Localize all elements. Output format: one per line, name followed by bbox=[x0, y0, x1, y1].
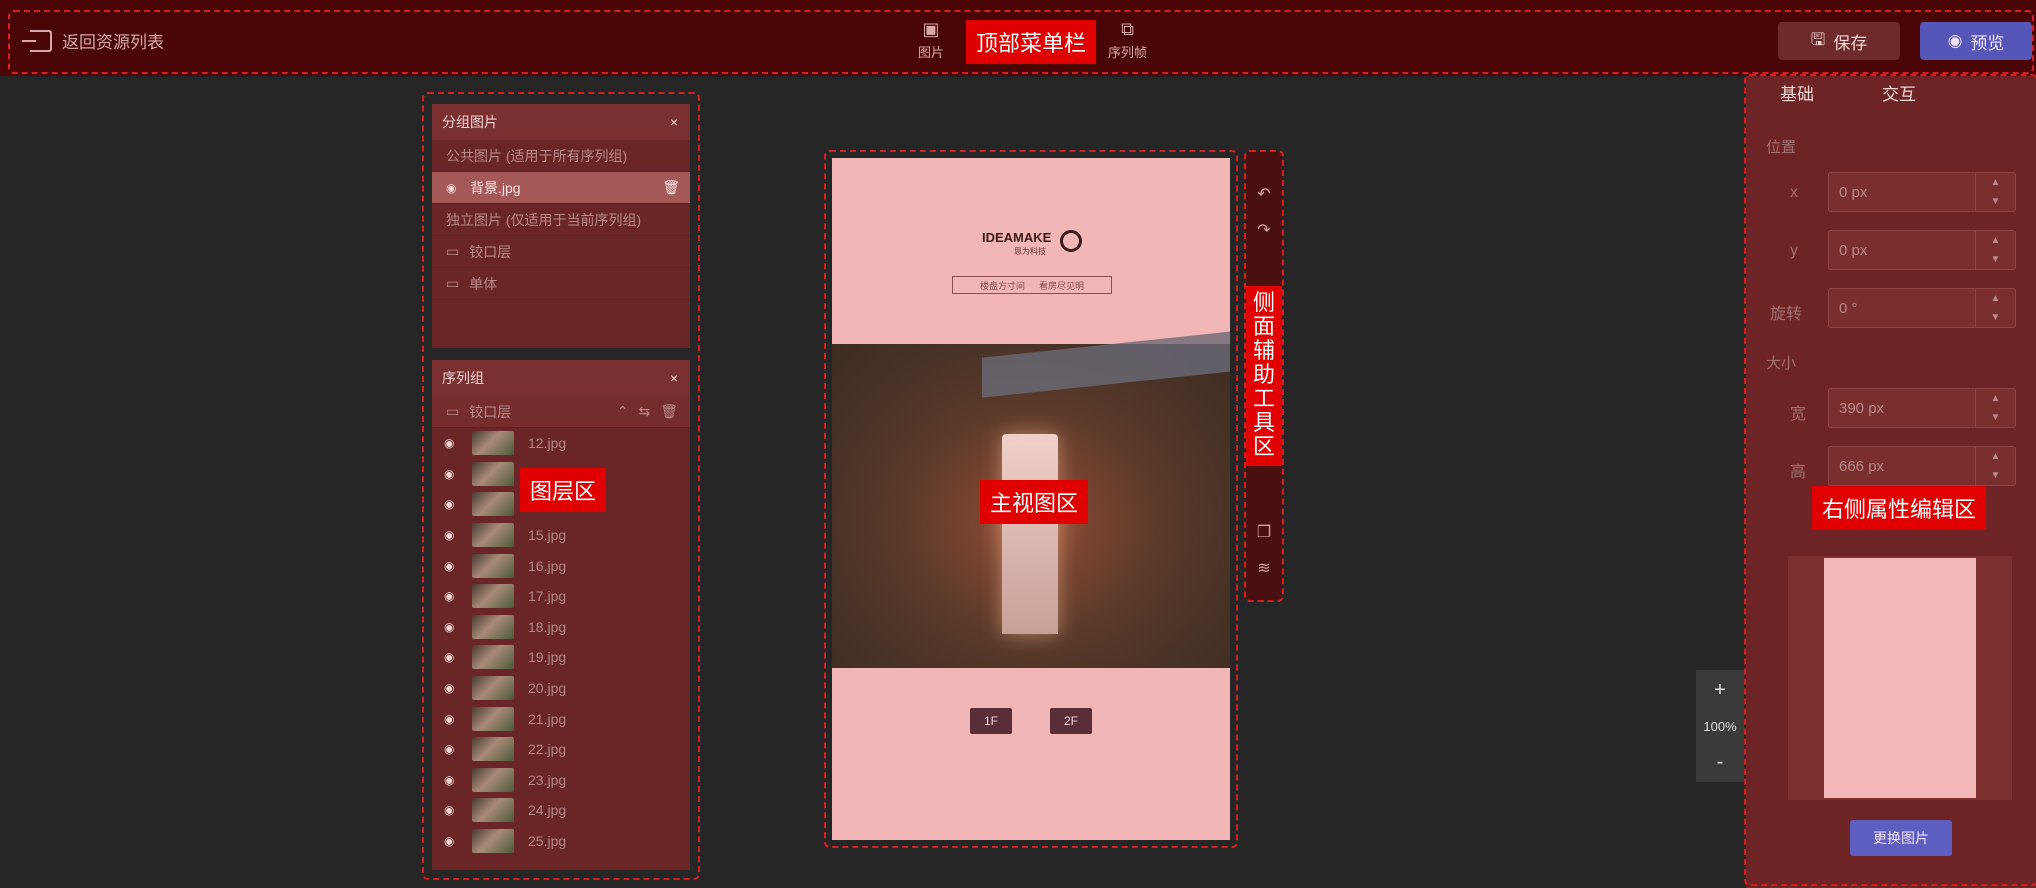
zoom-out-button[interactable]: - bbox=[1717, 751, 1724, 774]
zoom-control: + 100% - bbox=[1696, 670, 1744, 782]
right-region-tag: 右侧属性编辑区 bbox=[1812, 486, 1987, 530]
zoom-in-button[interactable]: + bbox=[1714, 679, 1726, 702]
zoom-level: 100% bbox=[1703, 718, 1737, 734]
layer-region-tag: 图层区 bbox=[520, 468, 607, 512]
right-region-frame bbox=[1744, 74, 2036, 886]
main-region-tag: 主视图区 bbox=[980, 480, 1089, 524]
side-region-tag: 侧面辅助工具区 bbox=[1246, 286, 1282, 466]
topbar-region-tag: 顶部菜单栏 bbox=[966, 20, 1097, 64]
